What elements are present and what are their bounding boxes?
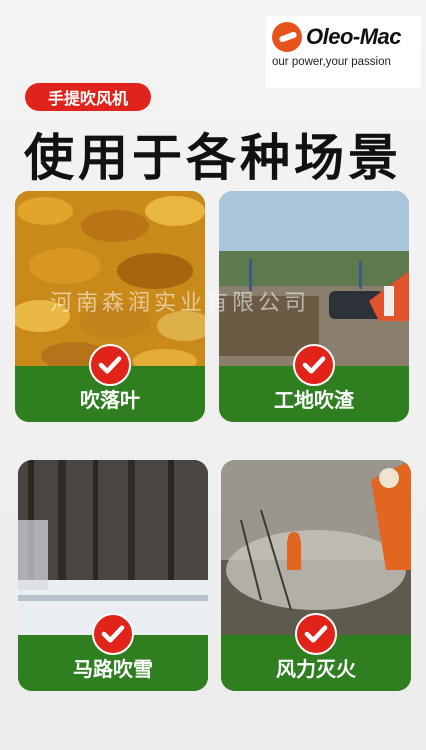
brand-slogan: our power,your passion (272, 56, 391, 68)
check-icon (89, 344, 131, 386)
scenario-card-snow[interactable]: 马路吹雪 (18, 460, 208, 691)
check-icon (92, 613, 134, 655)
check-icon (293, 344, 335, 386)
scenario-card-firefighting[interactable]: 风力灭火 (221, 460, 411, 691)
watermark: 河南森润实业有限公司 (50, 291, 311, 316)
brand-logo: Oleo-Mac our power,your passion (266, 16, 421, 88)
oleo-mac-emblem-icon (272, 22, 302, 52)
brand-name: Oleo-Mac (306, 24, 402, 49)
product-badge: 手提吹风机 (25, 83, 151, 111)
page-title: 使用于各种场景 (24, 129, 402, 187)
check-icon (295, 613, 337, 655)
